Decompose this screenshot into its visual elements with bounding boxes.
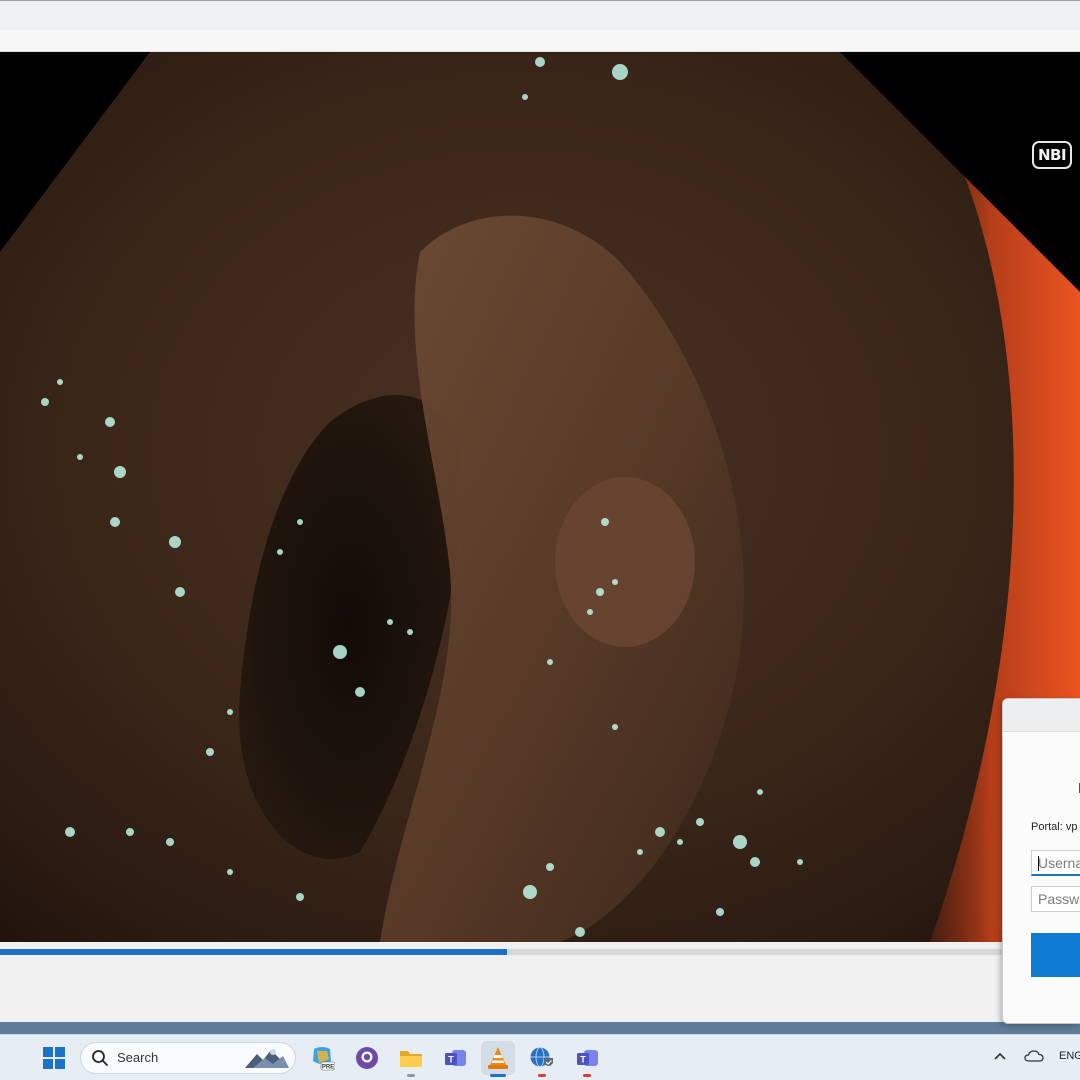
taskbar-app-vlc[interactable] xyxy=(481,1041,515,1077)
seek-bar[interactable] xyxy=(0,949,1004,955)
svg-text:PRE: PRE xyxy=(322,1065,334,1071)
taskbar-app-vpn[interactable] xyxy=(525,1041,559,1077)
portal-label: Portal: vp xyxy=(1031,821,1078,833)
show-hidden-icons-chevron-icon[interactable] xyxy=(993,1051,1007,1061)
taskbar-search[interactable]: Search xyxy=(80,1042,296,1074)
video-display[interactable]: NBI xyxy=(0,52,1080,942)
active-indicator xyxy=(490,1074,506,1077)
taskbar-app-teams-new[interactable]: T xyxy=(570,1041,604,1077)
password-input[interactable] xyxy=(1031,886,1080,912)
running-indicator xyxy=(583,1074,591,1077)
language-indicator[interactable]: ENG xyxy=(1059,1050,1080,1062)
desktop-background-strip xyxy=(0,1022,1080,1034)
svg-text:T: T xyxy=(448,1055,454,1065)
window-menu-bar xyxy=(0,30,1080,52)
taskbar-app-file-explorer[interactable] xyxy=(394,1041,428,1077)
taskbar-app-copilot[interactable]: PRE xyxy=(305,1041,339,1075)
search-highlight-icon xyxy=(245,1049,289,1068)
vpn-login-dialog: Portal: vp xyxy=(1002,698,1080,1024)
nbi-mode-badge: NBI xyxy=(1032,141,1072,169)
player-controls xyxy=(0,942,1080,1022)
start-button[interactable] xyxy=(37,1041,71,1075)
taskbar-app-teams[interactable]: T xyxy=(438,1041,472,1075)
svg-text:T: T xyxy=(580,1055,586,1065)
globe-shield-icon xyxy=(530,1047,553,1067)
taskbar-app-github[interactable] xyxy=(350,1041,384,1075)
copilot-icon: PRE xyxy=(313,1047,335,1071)
connect-button[interactable] xyxy=(1031,933,1080,977)
github-icon xyxy=(356,1047,378,1069)
onedrive-cloud-icon[interactable] xyxy=(1024,1049,1044,1063)
running-indicator xyxy=(538,1074,546,1077)
seek-bar-progress xyxy=(0,949,508,955)
folder-icon xyxy=(400,1051,422,1067)
endoscopy-video-frame xyxy=(0,52,1080,942)
windows-logo-icon xyxy=(43,1047,65,1069)
running-indicator xyxy=(407,1074,415,1077)
window-title-bar[interactable] xyxy=(0,0,1080,30)
vpn-dialog-header[interactable] xyxy=(1003,699,1080,732)
text-caret xyxy=(1038,856,1039,871)
vlc-cone-icon xyxy=(488,1047,508,1069)
taskbar: Search PRE T T ENG xyxy=(0,1034,1080,1080)
teams-icon: T xyxy=(445,1050,466,1066)
teams-icon: T xyxy=(577,1050,598,1066)
search-icon xyxy=(92,1050,108,1066)
search-placeholder: Search xyxy=(117,1050,159,1065)
